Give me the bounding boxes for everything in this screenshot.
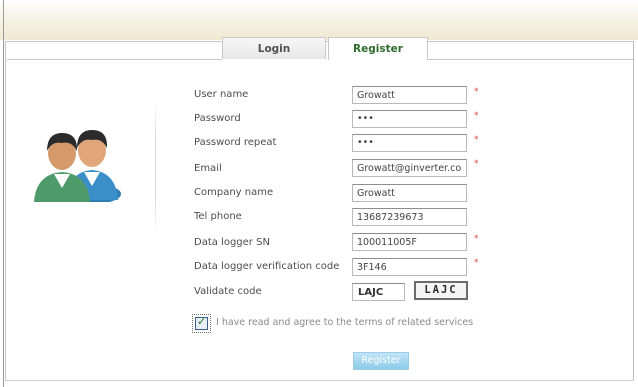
required-marker: * [474,234,479,244]
users-icon [34,130,121,202]
captcha-image[interactable]: LAJC [414,281,468,300]
check-icon: ✓ [197,315,207,328]
left-border [3,0,4,387]
verification-code-input[interactable] [352,258,467,276]
validate-code-input[interactable] [352,283,405,301]
password-input[interactable]: ••• [352,110,467,128]
label-data-logger-sn: Data logger SN [194,237,270,248]
required-marker: * [474,87,479,97]
label-user-name: User name [194,89,249,100]
agree-checkbox[interactable]: ✓ [195,315,208,330]
label-email: Email [194,163,222,174]
password-repeat-input[interactable]: ••• [352,134,467,152]
label-company-name: Company name [194,187,274,198]
label-validate-code: Validate code [194,286,262,297]
tab-underline-right [428,59,633,60]
label-password: Password [194,113,241,124]
label-tel-phone: Tel phone [194,211,242,222]
label-password-repeat: Password repeat [194,137,277,148]
label-verification-code: Data logger verification code [194,261,340,272]
agree-terms-text: I have read and agree to the terms of re… [216,317,474,328]
tel-phone-input[interactable] [352,208,467,226]
user-name-input[interactable] [352,86,467,104]
tab-register[interactable]: Register [328,37,428,60]
tab-bar: Login Register [222,37,428,60]
register-button[interactable]: Register [353,352,409,370]
vertical-divider [155,100,156,235]
required-marker: * [474,258,479,268]
tab-underline-left [7,59,222,60]
email-input[interactable] [352,159,467,177]
content-panel [5,41,634,381]
tab-login[interactable]: Login [222,37,326,59]
data-logger-sn-input[interactable] [352,233,467,251]
required-marker: * [474,135,479,145]
required-marker: * [474,111,479,121]
register-page: Login Register User name * Password ••• … [0,0,638,387]
required-marker: * [474,159,479,169]
top-strip [0,0,638,40]
company-name-input[interactable] [352,184,467,202]
